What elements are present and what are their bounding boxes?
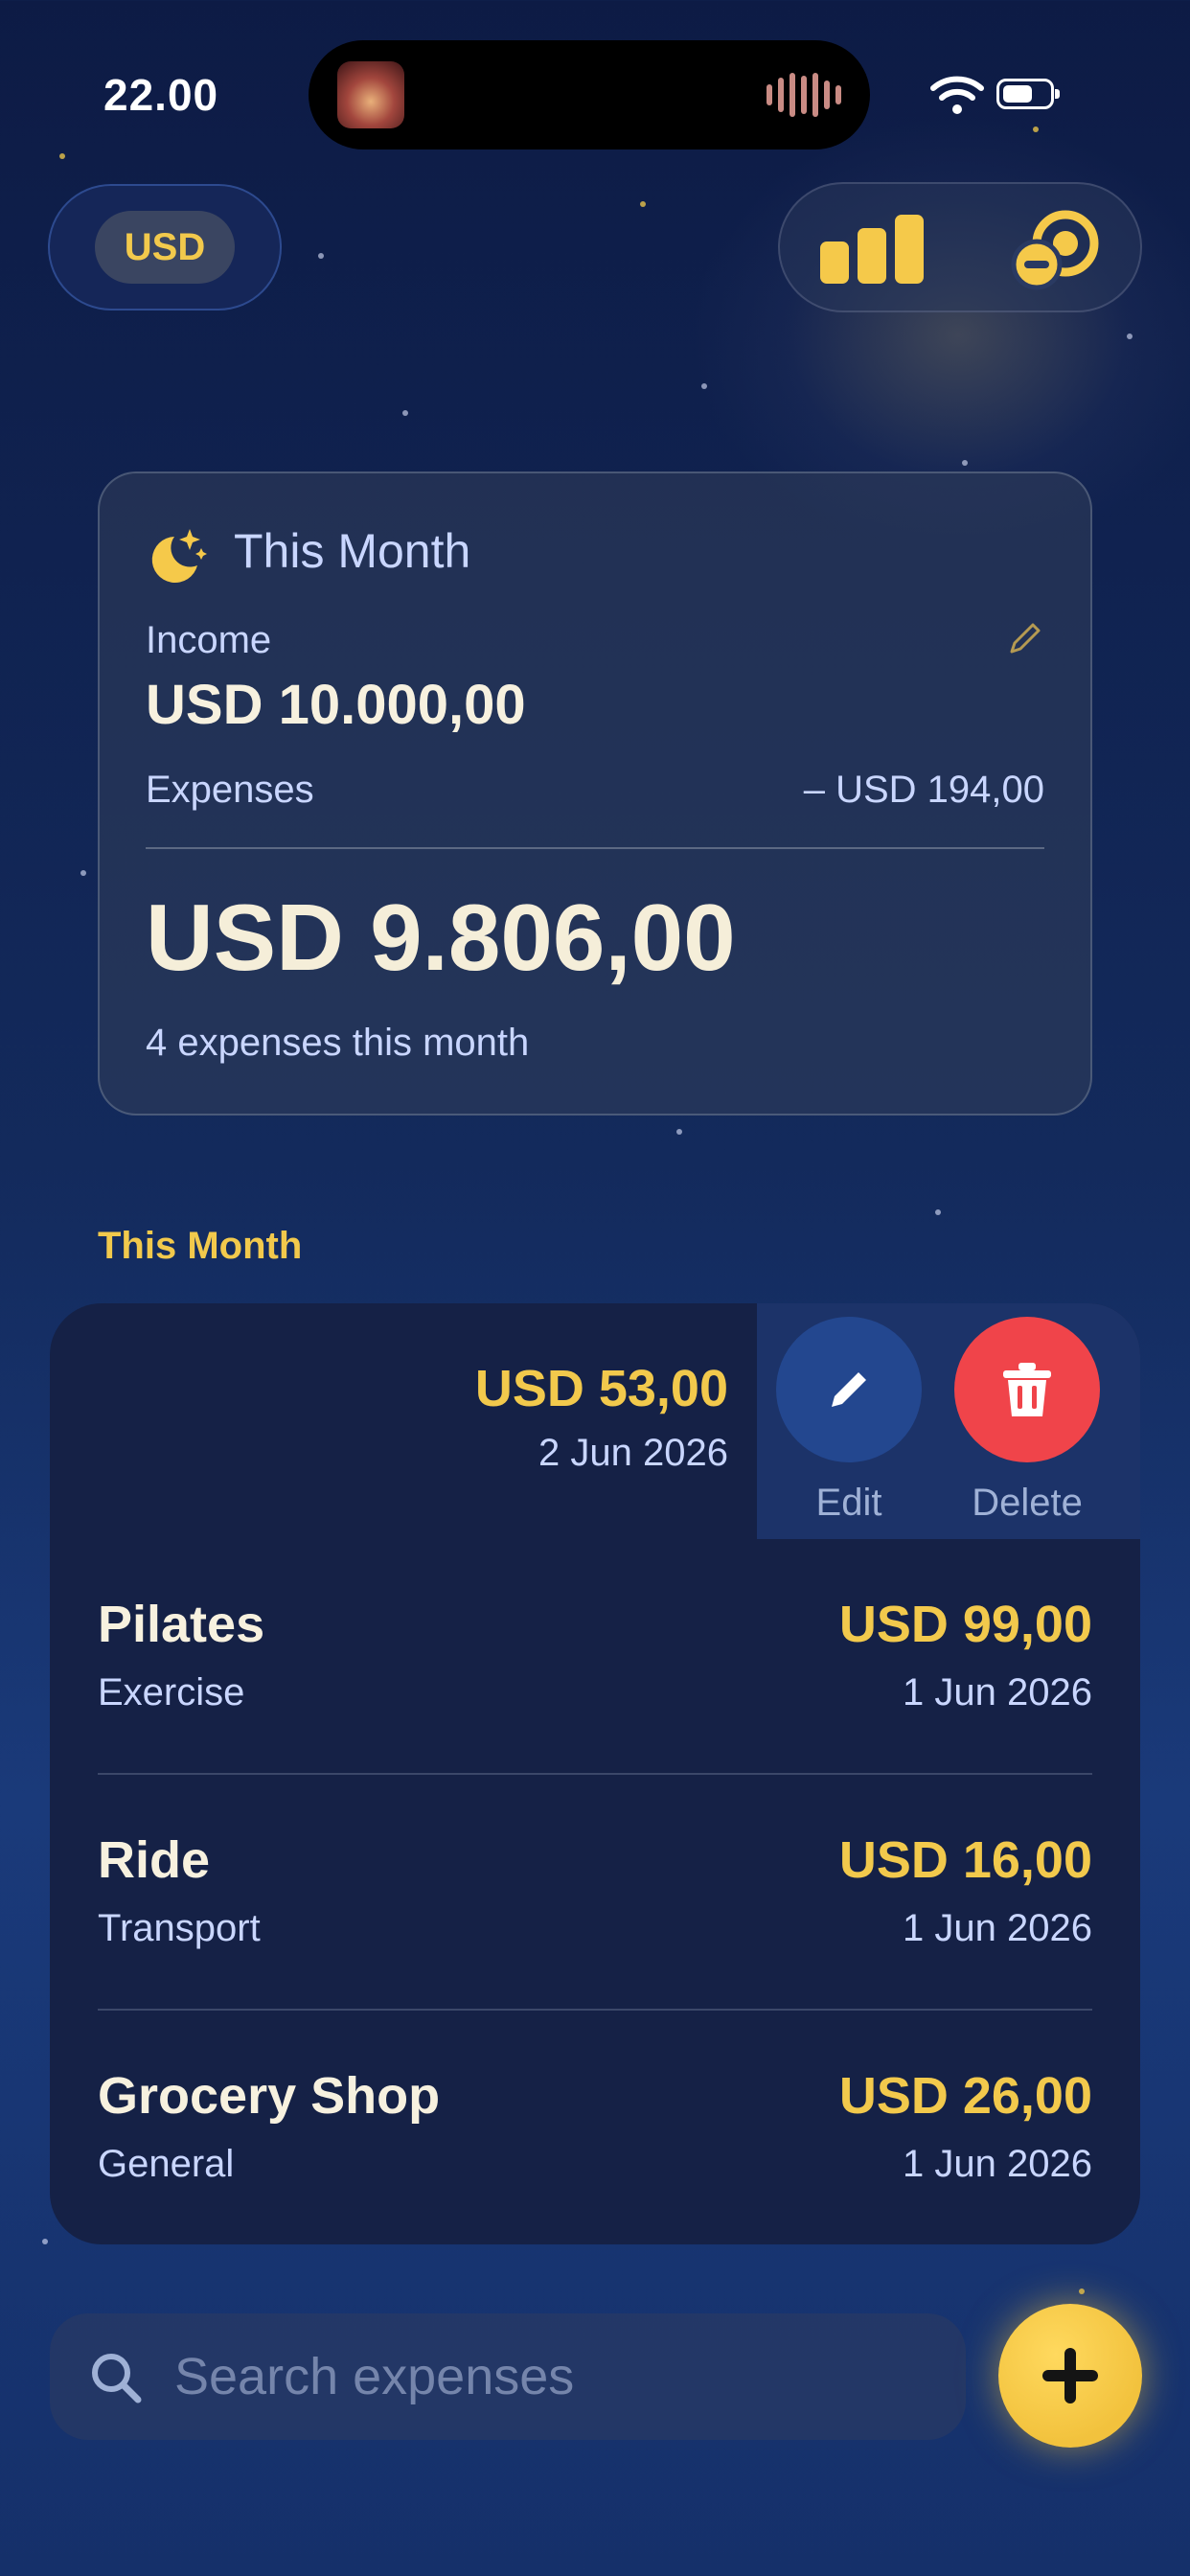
wifi-icon xyxy=(930,76,984,114)
expense-amount: USD 26,00 xyxy=(838,2067,1092,2125)
moon-stars-icon xyxy=(151,529,207,583)
budget-remove-icon[interactable] xyxy=(1010,207,1102,291)
list-item[interactable]: Grocery Shop General USD 26,00 1 Jun 202… xyxy=(50,2011,1140,2244)
plus-icon xyxy=(1042,2348,1098,2404)
delete-button[interactable] xyxy=(954,1317,1100,1462)
currency-code: USD xyxy=(95,211,235,284)
star-decoration xyxy=(962,460,968,466)
income-label: Income xyxy=(146,619,272,661)
star-decoration xyxy=(1127,334,1133,339)
expense-date: 1 Jun 2026 xyxy=(903,1671,1092,1714)
bar-chart-icon[interactable] xyxy=(820,215,924,284)
now-playing-artwork xyxy=(337,61,404,128)
expenses-value: – USD 194,00 xyxy=(803,769,1044,811)
section-title: This Month xyxy=(98,1225,303,1267)
status-time: 22.00 xyxy=(103,70,219,120)
expense-date: 1 Jun 2026 xyxy=(903,1907,1092,1949)
pencil-icon xyxy=(832,1372,866,1407)
expense-category: Exercise xyxy=(98,1671,245,1714)
divider xyxy=(146,847,1044,849)
pencil-icon[interactable] xyxy=(1006,619,1044,657)
star-decoration xyxy=(318,253,324,259)
expense-category: General xyxy=(98,2143,235,2185)
expense-name: Pilates xyxy=(98,1596,265,1653)
expense-amount: USD 53,00 xyxy=(474,1360,728,1417)
delete-label: Delete xyxy=(972,1482,1083,1524)
expense-amount: USD 16,00 xyxy=(838,1831,1092,1889)
balance-value: USD 9.806,00 xyxy=(146,885,736,990)
swipe-actions: Edit Delete xyxy=(757,1303,1140,1539)
currency-selector-button[interactable]: USD xyxy=(48,184,282,310)
star-decoration xyxy=(402,410,408,416)
expense-count: 4 expenses this month xyxy=(146,1022,530,1064)
trash-icon xyxy=(1003,1363,1051,1416)
star-decoration xyxy=(59,153,65,159)
edit-button[interactable] xyxy=(776,1317,922,1462)
add-expense-button[interactable] xyxy=(998,2304,1142,2448)
income-value: USD 10.000,00 xyxy=(146,674,526,736)
star-decoration xyxy=(640,201,646,207)
expense-name: Ride xyxy=(98,1831,211,1889)
audio-waveform-icon xyxy=(767,73,841,117)
dynamic-island[interactable] xyxy=(309,40,870,150)
star-decoration xyxy=(676,1129,682,1135)
star-decoration xyxy=(701,383,707,389)
star-decoration xyxy=(935,1209,941,1215)
search-bar[interactable] xyxy=(50,2313,966,2440)
star-decoration xyxy=(1033,126,1039,132)
star-decoration xyxy=(80,870,86,876)
star-decoration xyxy=(42,2239,48,2244)
expense-amount: USD 99,00 xyxy=(838,1596,1092,1653)
expense-name: Grocery Shop xyxy=(98,2067,441,2125)
summary-title: This Month xyxy=(234,524,471,578)
expenses-label: Expenses xyxy=(146,769,314,811)
edit-label: Edit xyxy=(815,1482,882,1524)
search-icon xyxy=(92,2354,142,2404)
expense-list: USD 53,00 2 Jun 2026 Edit Delete Pilates… xyxy=(50,1303,1140,2244)
expense-category: Transport xyxy=(98,1907,261,1949)
search-input[interactable] xyxy=(174,2342,922,2411)
header-actions xyxy=(778,182,1142,312)
star-decoration xyxy=(1079,2288,1085,2294)
expense-date: 2 Jun 2026 xyxy=(538,1432,728,1474)
list-item[interactable]: Pilates Exercise USD 99,00 1 Jun 2026 xyxy=(50,1539,1140,1775)
expense-date: 1 Jun 2026 xyxy=(903,2143,1092,2185)
battery-icon xyxy=(996,79,1060,109)
list-item[interactable]: Ride Transport USD 16,00 1 Jun 2026 xyxy=(50,1775,1140,2011)
monthly-summary-card: This Month Income USD 10.000,00 Expenses… xyxy=(98,472,1092,1116)
